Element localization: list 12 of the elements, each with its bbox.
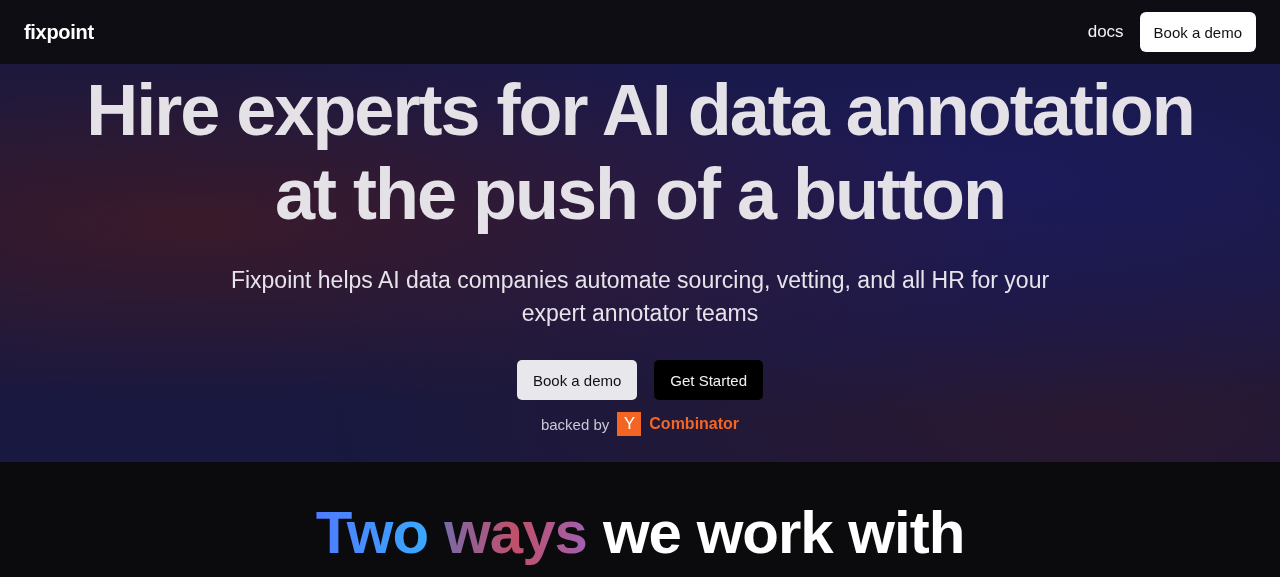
backed-by-label: backed by	[540, 415, 610, 433]
docs-link[interactable]: docs	[1087, 22, 1124, 42]
get-started-button[interactable]: Get Started	[654, 360, 764, 400]
hero-title: Hire experts for AI data annotation	[86, 69, 1194, 152]
logo[interactable]: fixpoint	[24, 20, 94, 44]
hero-title: at the push of a button	[275, 153, 1005, 236]
book-demo-button[interactable]: Book a demo	[516, 360, 638, 400]
section-heading: we work with	[602, 498, 965, 568]
y-badge: Y	[617, 412, 642, 436]
hero-subtitle: Fixpoint helps AI data companies automate sourcing, vetting, and all HR for your expert annotator teams	[229, 266, 1051, 328]
combinator-label: Combinator	[649, 415, 740, 433]
book-demo-button[interactable]: Book a demo	[1139, 12, 1256, 52]
